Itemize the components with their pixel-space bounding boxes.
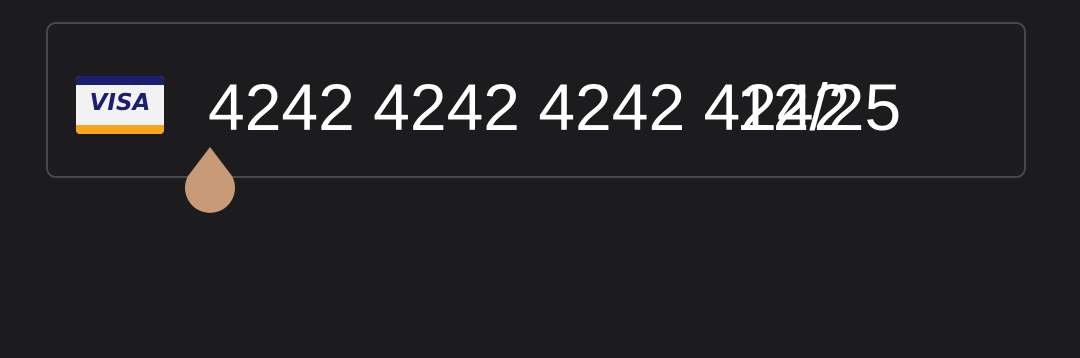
expiry-date-text[interactable]: 12/25 bbox=[736, 72, 901, 142]
text-cursor-handle-icon[interactable] bbox=[180, 145, 240, 220]
card-brand-label: VISA bbox=[89, 90, 151, 116]
visa-icon-top-band bbox=[76, 76, 164, 85]
visa-icon-bottom-band bbox=[76, 125, 164, 134]
visa-card-icon: VISA bbox=[76, 76, 164, 134]
screen: VISA 4242 4242 4242 4242 12/25 bbox=[0, 0, 1080, 358]
